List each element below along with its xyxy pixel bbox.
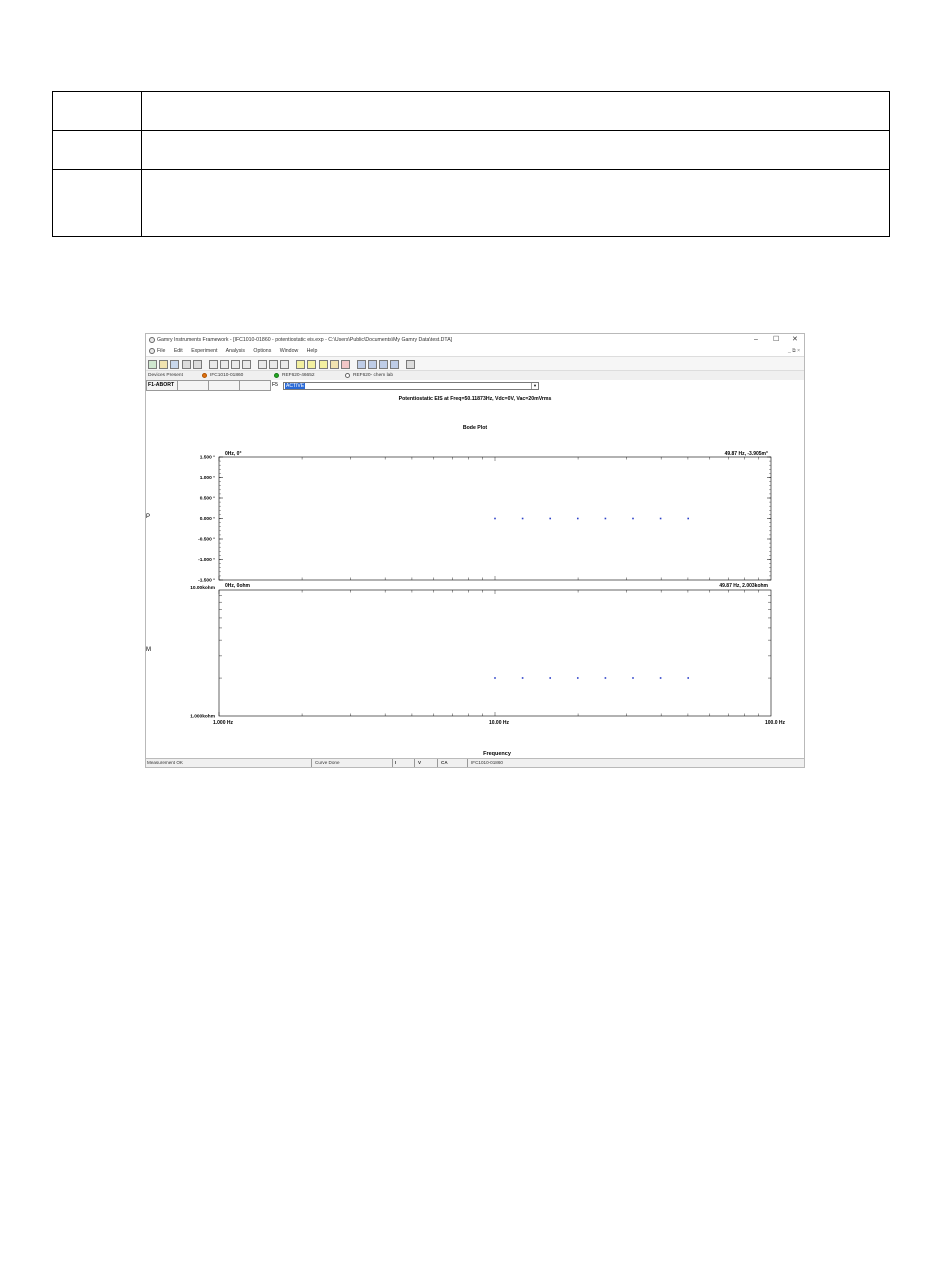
phase-y-tick-label: -1.000 ° <box>198 557 215 563</box>
document-table <box>52 91 890 237</box>
phase-data-point <box>632 517 634 520</box>
voltage-indicator: V <box>418 760 422 765</box>
phase-y-tick-label: -0.500 ° <box>198 537 215 543</box>
x-tick-label: 10.00 Hz <box>489 720 510 726</box>
status-separator <box>414 759 415 767</box>
x-tick-label: 1.000 Hz <box>213 720 234 726</box>
status-device: IFC1010-01860 <box>471 760 503 765</box>
magnitude-axis-label: M <box>146 647 151 653</box>
x-tick-label: 100.0 Hz <box>765 720 786 726</box>
phase-left-cursor-label: 0Hz, 0° <box>225 451 241 457</box>
magnitude-plot-frame <box>218 589 772 717</box>
curve-status: Curve Done <box>315 760 340 765</box>
table-row <box>52 130 890 170</box>
phase-axis-label: P <box>146 514 150 520</box>
gamry-framework-window: Gamry Instruments Framework - [IFC1010-0… <box>145 333 805 768</box>
table-row <box>52 169 890 237</box>
status-separator <box>467 759 468 767</box>
magnitude-right-cursor-label: 49.87 Hz, 2.003kohm <box>719 583 768 589</box>
phase-data-point <box>521 517 524 520</box>
phase-data-point <box>549 517 552 520</box>
table-cell <box>52 169 142 237</box>
magnitude-y-tick-label: 10.00kohm <box>190 585 215 591</box>
magnitude-data-point <box>494 677 496 679</box>
phase-data-point <box>576 517 579 520</box>
table-cell <box>141 91 890 131</box>
magnitude-data-point <box>659 677 662 679</box>
phase-y-tick-label: 1.000 ° <box>200 475 215 481</box>
status-separator <box>392 759 393 767</box>
magnitude-y-tick-label: 1.000kohm <box>190 714 215 720</box>
magnitude-data-point <box>604 677 607 679</box>
phase-data-point <box>604 517 607 520</box>
phase-data-point <box>659 517 662 520</box>
magnitude-data-point <box>549 677 552 679</box>
phase-y-tick-label: 0.000 ° <box>200 516 215 522</box>
table-cell <box>52 91 142 131</box>
control-mode-indicator: CA <box>441 760 448 765</box>
magnitude-left-cursor-label: 0Hz, 0ohm <box>225 583 251 589</box>
phase-right-cursor-label: 49.87 Hz, -3.905m° <box>725 451 768 457</box>
magnitude-data-point <box>521 677 524 679</box>
status-separator <box>311 759 312 767</box>
magnitude-data-point <box>632 677 634 679</box>
magnitude-data-point <box>687 677 690 679</box>
magnitude-data-point <box>576 677 579 679</box>
table-cell <box>52 130 142 170</box>
status-separator <box>437 759 438 767</box>
bode-plot[interactable]: 1.500 ° 1.000 ° 0.500 ° 0.000 ° -0.500 ° -1.0… <box>146 334 806 759</box>
table-cell <box>141 130 890 170</box>
current-indicator: I <box>395 760 397 765</box>
status-message: Measurement OK <box>147 760 183 765</box>
status-bar: Measurement OK Curve Done I V CA IFC1010… <box>146 758 804 767</box>
x-axis-label: Frequency <box>483 751 512 757</box>
phase-data-point <box>494 517 496 520</box>
phase-data-point <box>687 517 690 520</box>
phase-y-tick-label: -1.500 ° <box>198 578 215 584</box>
table-row <box>52 91 890 131</box>
table-cell <box>141 169 890 237</box>
phase-y-tick-label: 0.500 ° <box>200 496 215 502</box>
phase-y-tick-label: 1.500 ° <box>200 455 215 461</box>
